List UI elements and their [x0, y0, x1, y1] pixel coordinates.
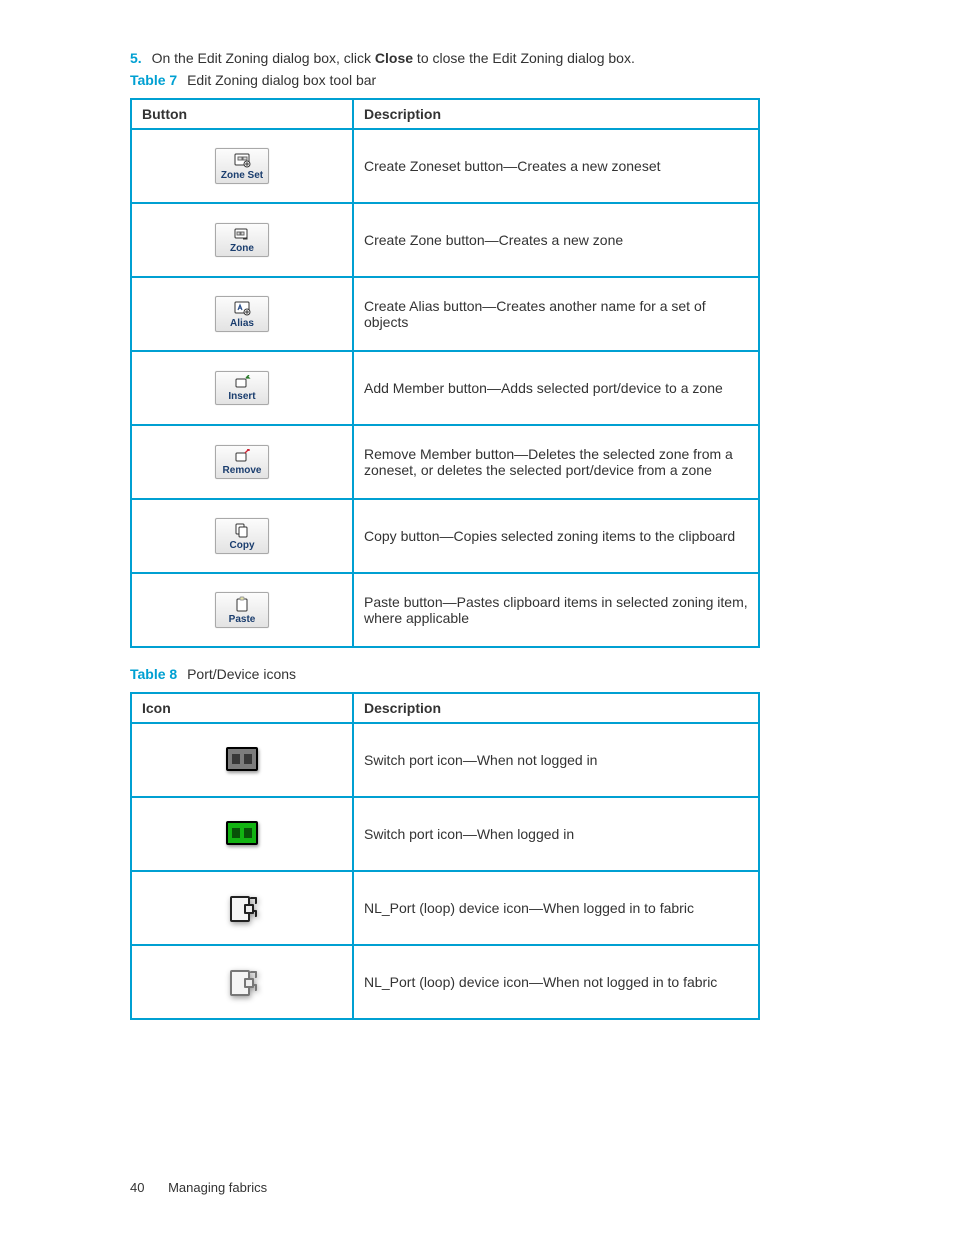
table-row: Remove Remove Member button—Deletes the …	[131, 425, 759, 499]
table8: Icon Description Switch port icon—When n…	[130, 692, 760, 1020]
page-footer: 40 Managing fabrics	[130, 1180, 854, 1195]
remove-icon	[233, 449, 251, 463]
zone-icon	[233, 227, 251, 241]
zoneset-icon	[233, 152, 251, 168]
table-row: Copy Copy button—Copies selected zoning …	[131, 499, 759, 573]
table7-header-button: Button	[131, 99, 353, 129]
table-cell-description: Create Alias button—Creates another name…	[353, 277, 759, 351]
step-number: 5.	[130, 50, 142, 66]
zoneset-button[interactable]: Zone Set	[215, 148, 269, 184]
table-row: NL_Port (loop) device icon—When logged i…	[131, 871, 759, 945]
table8-label: Table 8	[130, 666, 177, 682]
button-label: Zone	[230, 243, 254, 254]
copy-button[interactable]: Copy	[215, 518, 269, 554]
table8-caption: Table 8 Port/Device icons	[130, 666, 854, 682]
table-row: Paste Paste button—Pastes clipboard item…	[131, 573, 759, 647]
table-row: Icon Description	[131, 693, 759, 723]
table7-caption: Table 7 Edit Zoning dialog box tool bar	[130, 72, 854, 88]
table8-caption-text: Port/Device icons	[187, 666, 296, 682]
nl-port-not-logged-in-icon	[227, 968, 257, 994]
instruction-step: 5. On the Edit Zoning dialog box, click …	[130, 50, 854, 66]
table-row: Switch port icon—When logged in	[131, 797, 759, 871]
table-row: Zone Create Zone button—Creates a new zo…	[131, 203, 759, 277]
table-cell-description: NL_Port (loop) device icon—When not logg…	[353, 945, 759, 1019]
copy-icon	[234, 522, 250, 538]
remove-button[interactable]: Remove	[215, 445, 269, 479]
button-label: Remove	[223, 465, 262, 476]
table-cell-description: Switch port icon—When logged in	[353, 797, 759, 871]
table7: Button Description Zone Set Create Zones…	[130, 98, 760, 648]
switch-port-logged-in-icon	[226, 821, 258, 845]
paste-button[interactable]: Paste	[215, 592, 269, 628]
insert-button[interactable]: Insert	[215, 371, 269, 405]
table-row: Button Description	[131, 99, 759, 129]
table-cell-description: Remove Member button—Deletes the selecte…	[353, 425, 759, 499]
table-cell-description: Add Member button—Adds selected port/dev…	[353, 351, 759, 425]
alias-icon	[233, 300, 251, 316]
table8-header-icon: Icon	[131, 693, 353, 723]
table-row: NL_Port (loop) device icon—When not logg…	[131, 945, 759, 1019]
nl-port-logged-in-icon	[227, 894, 257, 920]
insert-icon	[233, 375, 251, 389]
table-row: Alias Create Alias button—Creates anothe…	[131, 277, 759, 351]
table-cell-description: Switch port icon—When not logged in	[353, 723, 759, 797]
table-row: Insert Add Member button—Adds selected p…	[131, 351, 759, 425]
table7-header-description: Description	[353, 99, 759, 129]
zone-button[interactable]: Zone	[215, 223, 269, 257]
button-label: Paste	[229, 614, 256, 625]
step-text-before: On the Edit Zoning dialog box, click	[152, 50, 375, 66]
table7-label: Table 7	[130, 72, 177, 88]
table-cell-description: Paste button—Pastes clipboard items in s…	[353, 573, 759, 647]
table-row: Zone Set Create Zoneset button—Creates a…	[131, 129, 759, 203]
paste-icon	[234, 596, 250, 612]
table-row: Switch port icon—When not logged in	[131, 723, 759, 797]
page-number: 40	[130, 1180, 144, 1195]
button-label: Zone Set	[221, 170, 263, 181]
switch-port-not-logged-in-icon	[226, 747, 258, 771]
table-cell-description: Create Zoneset button—Creates a new zone…	[353, 129, 759, 203]
alias-button[interactable]: Alias	[215, 296, 269, 332]
step-text-after: to close the Edit Zoning dialog box.	[413, 50, 635, 66]
step-bold: Close	[375, 50, 413, 66]
table7-caption-text: Edit Zoning dialog box tool bar	[187, 72, 376, 88]
button-label: Insert	[228, 391, 255, 402]
table-cell-description: Create Zone button—Creates a new zone	[353, 203, 759, 277]
table-cell-description: NL_Port (loop) device icon—When logged i…	[353, 871, 759, 945]
table-cell-description: Copy button—Copies selected zoning items…	[353, 499, 759, 573]
button-label: Copy	[230, 540, 255, 551]
table8-header-description: Description	[353, 693, 759, 723]
section-title: Managing fabrics	[168, 1180, 267, 1195]
button-label: Alias	[230, 318, 254, 329]
